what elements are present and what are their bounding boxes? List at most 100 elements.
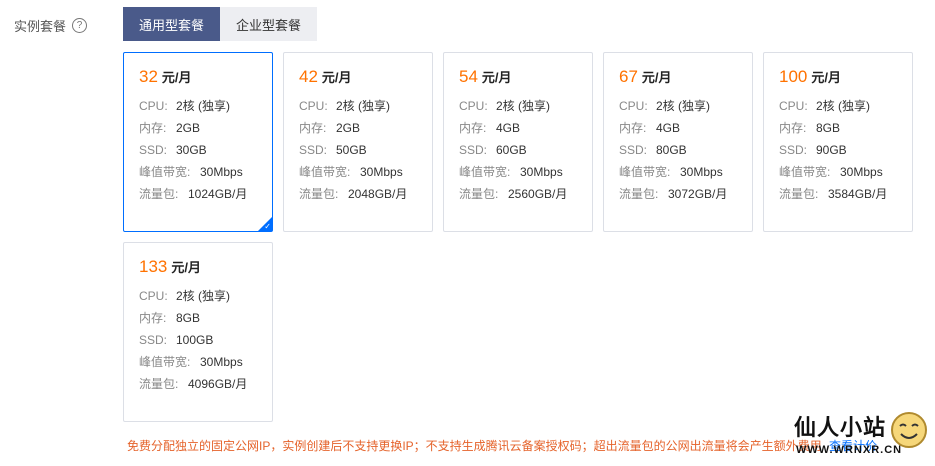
spec-traffic: 流量包: 3584GB/月 xyxy=(779,183,912,205)
spec-value: 4GB xyxy=(656,121,681,135)
price-value: 133 xyxy=(139,257,168,276)
spec-value: 2核 (独享) xyxy=(496,99,551,113)
spec-label: CPU: xyxy=(619,99,648,113)
spec-value: 3584GB/月 xyxy=(828,187,888,201)
price-value: 32 xyxy=(139,67,158,86)
spec-cpu: CPU: 2核 (独享) xyxy=(459,95,592,117)
spec-label: SSD: xyxy=(459,143,488,157)
spec-value: 60GB xyxy=(496,143,527,157)
spec-value: 30Mbps xyxy=(200,355,243,369)
spec-ssd: SSD: 60GB xyxy=(459,139,592,161)
watermark-title: 仙人小站 xyxy=(794,415,887,440)
price-value: 67 xyxy=(619,67,638,86)
price-line: 42 元/月 xyxy=(299,67,432,87)
spec-value: 2核 (独享) xyxy=(816,99,871,113)
spec-value: 80GB xyxy=(656,143,687,157)
plan-type-tabs: 通用型套餐 企业型套餐 xyxy=(123,7,318,41)
spec-label: CPU: xyxy=(139,99,168,113)
spec-value: 2048GB/月 xyxy=(348,187,408,201)
spec-label: 内存: xyxy=(139,311,167,325)
spec-ssd: SSD: 100GB xyxy=(139,329,272,351)
spec-bandwidth: 峰值带宽: 30Mbps xyxy=(619,161,752,183)
spec-label: SSD: xyxy=(139,333,168,347)
plan-card-42[interactable]: 42 元/月 CPU: 2核 (独享) 内存: 2GB SSD: 50GB 峰值带宽:… xyxy=(283,52,433,232)
spec-memory: 内存: 2GB xyxy=(139,117,272,139)
spec-value: 2核 (独享) xyxy=(176,99,231,113)
plan-card-54[interactable]: 54 元/月 CPU: 2核 (独享) 内存: 4GB SSD: 60GB 峰值带宽:… xyxy=(443,52,593,232)
spec-label: 流量包: xyxy=(779,187,819,201)
spec-value: 8GB xyxy=(176,311,201,325)
spec-value: 30GB xyxy=(176,143,207,157)
site-watermark: 仙人小站 WWW.WRNXR.CN xyxy=(794,408,929,464)
spec-label: 内存: xyxy=(619,121,647,135)
spec-value: 4096GB/月 xyxy=(188,377,248,391)
spec-cpu: CPU: 2核 (独享) xyxy=(779,95,912,117)
spec-label: 流量包: xyxy=(139,187,179,201)
plan-card-100[interactable]: 100 元/月 CPU: 2核 (独享) 内存: 8GB SSD: 90GB 峰值带宽… xyxy=(763,52,913,232)
spec-value: 90GB xyxy=(816,143,847,157)
spec-memory: 内存: 2GB xyxy=(299,117,432,139)
spec-value: 4GB xyxy=(496,121,521,135)
price-value: 54 xyxy=(459,67,478,86)
plan-card-133[interactable]: 133 元/月 CPU: 2核 (独享) 内存: 8GB SSD: 100GB 峰值带… xyxy=(123,242,273,422)
spec-value: 3072GB/月 xyxy=(668,187,728,201)
price-line: 67 元/月 xyxy=(619,67,752,87)
spec-label: SSD: xyxy=(619,143,648,157)
price-unit: 元/月 xyxy=(811,70,841,85)
spec-label: 流量包: xyxy=(299,187,339,201)
check-icon: ✓ xyxy=(264,222,271,231)
spec-label: 内存: xyxy=(139,121,167,135)
spec-cpu: CPU: 2核 (独享) xyxy=(139,95,272,117)
spec-value: 100GB xyxy=(176,333,214,347)
spec-cpu: CPU: 2核 (独享) xyxy=(619,95,752,117)
price-line: 54 元/月 xyxy=(459,67,592,87)
spec-traffic: 流量包: 3072GB/月 xyxy=(619,183,752,205)
spec-label: 峰值带宽: xyxy=(139,355,191,369)
spec-value: 30Mbps xyxy=(520,165,563,179)
spec-label: CPU: xyxy=(299,99,328,113)
tab-enterprise[interactable]: 企业型套餐 xyxy=(220,7,318,41)
spec-bandwidth: 峰值带宽: 30Mbps xyxy=(459,161,592,183)
spec-label: SSD: xyxy=(139,143,168,157)
plan-card-67[interactable]: 67 元/月 CPU: 2核 (独享) 内存: 4GB SSD: 80GB 峰值带宽:… xyxy=(603,52,753,232)
spec-ssd: SSD: 50GB xyxy=(299,139,432,161)
spec-label: SSD: xyxy=(779,143,808,157)
price-unit: 元/月 xyxy=(171,260,201,275)
spec-label: CPU: xyxy=(779,99,808,113)
plan-section-label: 实例套餐 ? xyxy=(14,16,88,35)
smiley-face-icon xyxy=(891,412,927,448)
spec-value: 30Mbps xyxy=(680,165,723,179)
spec-label: 峰值带宽: xyxy=(779,165,831,179)
spec-value: 2核 (独享) xyxy=(656,99,711,113)
spec-label: 峰值带宽: xyxy=(299,165,351,179)
spec-label: 流量包: xyxy=(139,377,179,391)
section-label-text: 实例套餐 xyxy=(14,19,67,34)
price-line: 100 元/月 xyxy=(779,67,912,87)
spec-bandwidth: 峰值带宽: 30Mbps xyxy=(139,351,272,373)
notice-text: 免费分配独立的固定公网IP，实例创建后不支持更换IP；不支持生成腾讯云备案授权码… xyxy=(127,437,877,454)
spec-bandwidth: 峰值带宽: 30Mbps xyxy=(139,161,272,183)
spec-label: 内存: xyxy=(459,121,487,135)
spec-memory: 内存: 4GB xyxy=(619,117,752,139)
price-unit: 元/月 xyxy=(321,70,352,85)
spec-traffic: 流量包: 1024GB/月 xyxy=(139,183,272,205)
spec-label: 峰值带宽: xyxy=(139,165,191,179)
spec-label: 峰值带宽: xyxy=(459,165,511,179)
spec-value: 2GB xyxy=(336,121,361,135)
price-value: 100 xyxy=(779,67,808,86)
spec-value: 50GB xyxy=(336,143,367,157)
plan-card-32[interactable]: 32 元/月 CPU: 2核 (独享) 内存: 2GB SSD: 30GB 峰值带宽:… xyxy=(123,52,273,232)
spec-label: CPU: xyxy=(139,289,168,303)
spec-value: 30Mbps xyxy=(360,165,403,179)
tab-general[interactable]: 通用型套餐 xyxy=(123,7,221,41)
price-value: 42 xyxy=(299,67,318,86)
spec-value: 2核 (独享) xyxy=(176,289,231,303)
spec-ssd: SSD: 80GB xyxy=(619,139,752,161)
spec-ssd: SSD: 30GB xyxy=(139,139,272,161)
spec-cpu: CPU: 2核 (独享) xyxy=(139,285,272,307)
spec-value: 8GB xyxy=(816,121,841,135)
help-icon[interactable]: ? xyxy=(72,18,88,33)
spec-label: 内存: xyxy=(299,121,327,135)
spec-label: CPU: xyxy=(459,99,488,113)
spec-traffic: 流量包: 2560GB/月 xyxy=(459,183,592,205)
